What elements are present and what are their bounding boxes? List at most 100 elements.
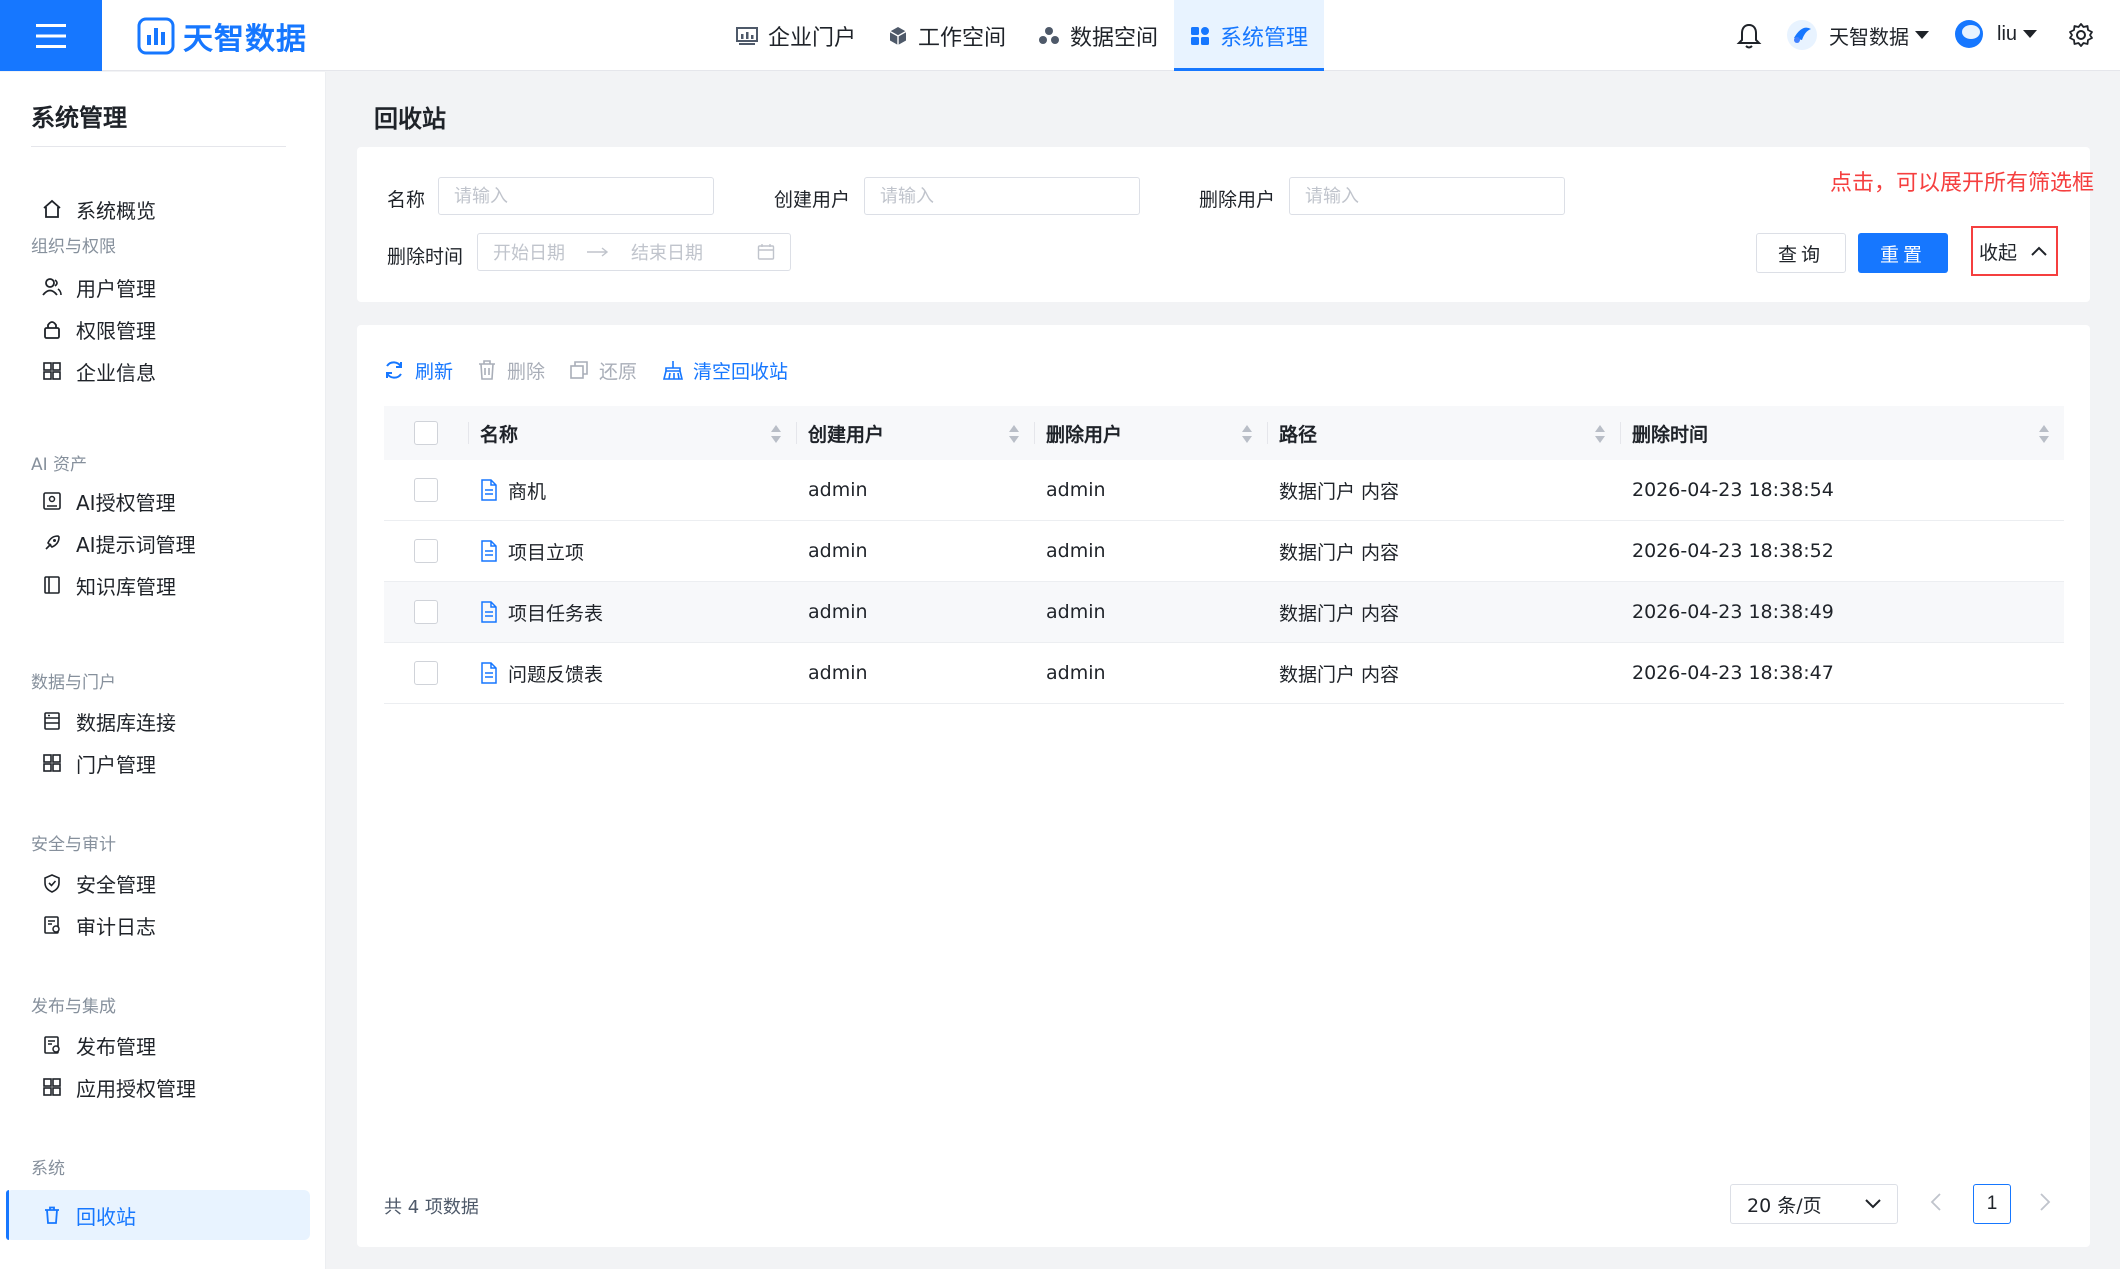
query-button[interactable]: 查询 (1756, 233, 1846, 273)
top-bar: 天智数据 企业门户 工作空间 数据空间 系统管理 天智数据 liu (0, 0, 2120, 71)
document-icon (481, 479, 497, 501)
empty-label: 清空回收站 (693, 360, 789, 383)
sidebar-item-enterprise-info[interactable]: 企业信息 (6, 346, 310, 396)
prev-page-button[interactable] (1930, 1193, 1942, 1211)
org-avatar-icon (1787, 20, 1817, 50)
divider (31, 146, 286, 147)
sort-icon (1009, 425, 1019, 443)
row-checkbox[interactable] (414, 478, 438, 502)
row-deleter: admin (1046, 479, 1106, 501)
nav-label: 企业门户 (768, 25, 857, 51)
row-delete-time: 2026-04-23 18:38:49 (1632, 601, 1834, 623)
sidebar-title: 系统管理 (31, 104, 127, 132)
app-logo[interactable]: 天智数据 (137, 14, 307, 58)
restore-button[interactable]: 还原 (569, 357, 637, 384)
column-header-path[interactable]: 路径 (1267, 406, 1620, 460)
lock-icon (44, 321, 60, 339)
trash-icon (479, 360, 496, 380)
row-name: 项目任务表 (508, 602, 604, 625)
row-checkbox[interactable] (414, 600, 438, 624)
annotation-note: 点击，可以展开所有筛选框 (1830, 171, 2095, 196)
column-header-delete-time[interactable]: 删除时间 (1620, 406, 2064, 460)
row-name: 商机 (508, 480, 547, 503)
column-label: 名称 (480, 423, 519, 446)
column-header-creator[interactable]: 创建用户 (796, 406, 1034, 460)
refresh-icon (386, 361, 402, 379)
row-checkbox[interactable] (414, 661, 438, 685)
shield-icon (44, 874, 60, 893)
deleter-filter-input[interactable] (1289, 177, 1565, 215)
sidebar-item-audit-log[interactable]: 审计日志 (6, 900, 310, 950)
page-number-button[interactable]: 1 (1973, 1184, 2011, 1224)
start-date-input[interactable]: 开始日期 (493, 239, 565, 265)
sort-icon (771, 425, 781, 443)
empty-recycle-bin-button[interactable]: 清空回收站 (661, 357, 788, 384)
page-size-select[interactable]: 20 条/页 (1730, 1184, 1898, 1224)
chevron-right-icon (2040, 1193, 2051, 1211)
select-all-checkbox[interactable] (414, 421, 438, 445)
arrow-right-icon (587, 247, 609, 257)
row-creator: admin (808, 662, 868, 684)
publish-icon (44, 1036, 60, 1054)
user-menu[interactable]: liu (1953, 18, 2038, 50)
sidebar-item-label: 回收站 (76, 1204, 136, 1229)
row-path: 数据门户 内容 (1279, 602, 1400, 625)
bell-icon (1736, 23, 1762, 49)
nav-enterprise-portal[interactable]: 企业门户 (720, 0, 872, 71)
caret-down-icon (1915, 31, 1929, 39)
page-size-value: 20 条/页 (1747, 1194, 1822, 1217)
nav-system-management[interactable]: 系统管理 (1174, 0, 1325, 71)
settings-button[interactable] (2068, 22, 2094, 48)
row-creator: admin (808, 540, 868, 562)
notification-button[interactable] (1736, 22, 1762, 50)
row-deleter: admin (1046, 662, 1106, 684)
sidebar-item-label: 数据库连接 (76, 710, 176, 735)
delete-time-range-picker[interactable]: 开始日期 结束日期 (477, 233, 791, 271)
name-filter-input[interactable] (438, 177, 714, 215)
sidebar-group-label: 组织与权限 (31, 237, 116, 257)
row-creator: admin (808, 479, 868, 501)
sidebar-item-overview[interactable]: 系统概览 (6, 184, 310, 234)
column-label: 删除用户 (1046, 423, 1123, 446)
end-date-input[interactable]: 结束日期 (631, 239, 703, 265)
grid-icon (1191, 26, 1210, 45)
sidebar-group-label: 安全与审计 (31, 835, 116, 855)
column-label: 删除时间 (1632, 423, 1709, 446)
row-path: 数据门户 内容 (1279, 541, 1400, 564)
table-row[interactable]: 项目任务表 admin admin 数据门户 内容 2026-04-23 18:… (384, 582, 2064, 643)
menu-toggle-button[interactable] (0, 0, 102, 71)
refresh-button[interactable]: 刷新 (383, 357, 453, 384)
table-row[interactable]: 问题反馈表 admin admin 数据门户 内容 2026-04-23 18:… (384, 643, 2064, 704)
sidebar-item-app-authorization[interactable]: 应用授权管理 (6, 1062, 310, 1112)
row-path: 数据门户 内容 (1279, 480, 1400, 503)
sidebar-group-label: AI 资产 (31, 455, 88, 475)
nav-data-space[interactable]: 数据空间 (1022, 0, 1174, 71)
sidebar-group-label: 数据与门户 (31, 673, 116, 693)
table-row[interactable]: 项目立项 admin admin 数据门户 内容 2026-04-23 18:3… (384, 521, 2064, 582)
logo-text: 天智数据 (183, 22, 307, 57)
sidebar-item-portal-management[interactable]: 门户管理 (6, 738, 310, 788)
sidebar: 系统管理 系统概览 组织与权限 用户管理 权限管理 企业信息 AI 资产 AI授… (0, 72, 326, 1269)
sidebar-item-knowledge-base[interactable]: 知识库管理 (6, 560, 310, 610)
delete-button[interactable]: 删除 (477, 357, 545, 384)
column-header-deleter[interactable]: 删除用户 (1034, 406, 1267, 460)
apps-icon (43, 362, 61, 380)
creator-filter-input[interactable] (864, 177, 1140, 215)
table-row[interactable]: 商机 admin admin 数据门户 内容 2026-04-23 18:38:… (384, 460, 2064, 521)
sidebar-item-label: 用户管理 (76, 276, 156, 301)
user-name: liu (1997, 22, 2018, 45)
broom-icon (663, 361, 684, 380)
org-switcher[interactable]: 天智数据 (1785, 18, 1929, 52)
row-checkbox[interactable] (414, 539, 438, 563)
id-card-icon (43, 492, 61, 510)
caret-down-icon (2023, 30, 2038, 38)
sidebar-item-recycle-bin[interactable]: 回收站 (6, 1190, 310, 1240)
column-header-name[interactable]: 名称 (468, 406, 796, 460)
cubes-icon (1039, 26, 1060, 44)
reset-button[interactable]: 重置 (1858, 233, 1948, 273)
nav-workspace[interactable]: 工作空间 (872, 0, 1022, 71)
copy-icon (570, 361, 588, 379)
next-page-button[interactable] (2039, 1193, 2051, 1211)
collapse-filter-button[interactable]: 收起 (1971, 226, 2058, 276)
org-name: 天智数据 (1829, 24, 1909, 49)
